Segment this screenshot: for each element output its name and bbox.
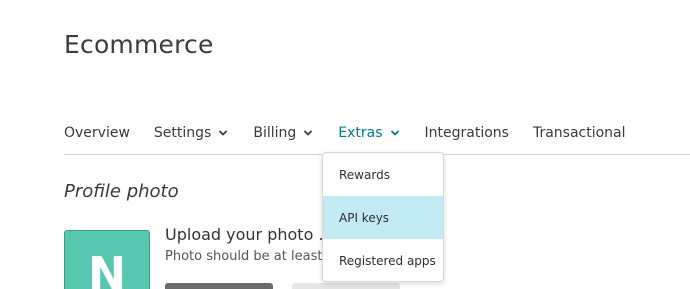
remove-photo-button[interactable]: [292, 283, 400, 289]
nav-item-label: Settings: [153, 125, 212, 141]
upload-hint: Photo should be at least 3: [165, 249, 335, 264]
menu-item-label: API keys: [339, 210, 390, 225]
nav-item-label: Billing: [253, 125, 297, 141]
nav-item-integrations[interactable]: Integrations: [425, 125, 509, 141]
menu-item-label: Rewards: [339, 167, 390, 182]
menu-item-api-keys[interactable]: API keys: [323, 196, 443, 239]
page: Ecommerce Overview Settings Billing Extr…: [0, 0, 690, 289]
nav-item-transactional[interactable]: Transactional: [533, 125, 626, 141]
chevron-down-icon: [389, 127, 401, 139]
nav-item-label: Extras: [338, 125, 383, 141]
nav-item-overview[interactable]: Overview: [64, 125, 130, 141]
nav-item-settings[interactable]: Settings: [154, 125, 229, 141]
chevron-down-icon: [217, 127, 229, 139]
menu-item-label: Registered apps: [339, 253, 436, 268]
top-nav: Overview Settings Billing Extras Integra…: [64, 122, 650, 144]
page-title: Ecommerce: [64, 30, 214, 59]
nav-item-label: Overview: [64, 125, 130, 141]
avatar-initial: N: [87, 247, 127, 289]
avatar: N: [64, 230, 150, 289]
extras-dropdown-menu: Rewards API keys Registered apps: [322, 152, 444, 282]
menu-item-rewards[interactable]: Rewards: [323, 153, 443, 196]
chevron-down-icon: [302, 127, 314, 139]
section-title: Profile photo: [64, 181, 179, 202]
nav-item-extras[interactable]: Extras: [338, 125, 400, 141]
nav-item-label: Transactional: [532, 125, 626, 141]
upload-title: Upload your photo ...: [165, 225, 334, 244]
upload-photo-button[interactable]: [165, 283, 273, 289]
nav-item-billing[interactable]: Billing: [253, 125, 314, 141]
nav-item-label: Integrations: [424, 125, 509, 141]
menu-item-registered-apps[interactable]: Registered apps: [323, 239, 443, 281]
